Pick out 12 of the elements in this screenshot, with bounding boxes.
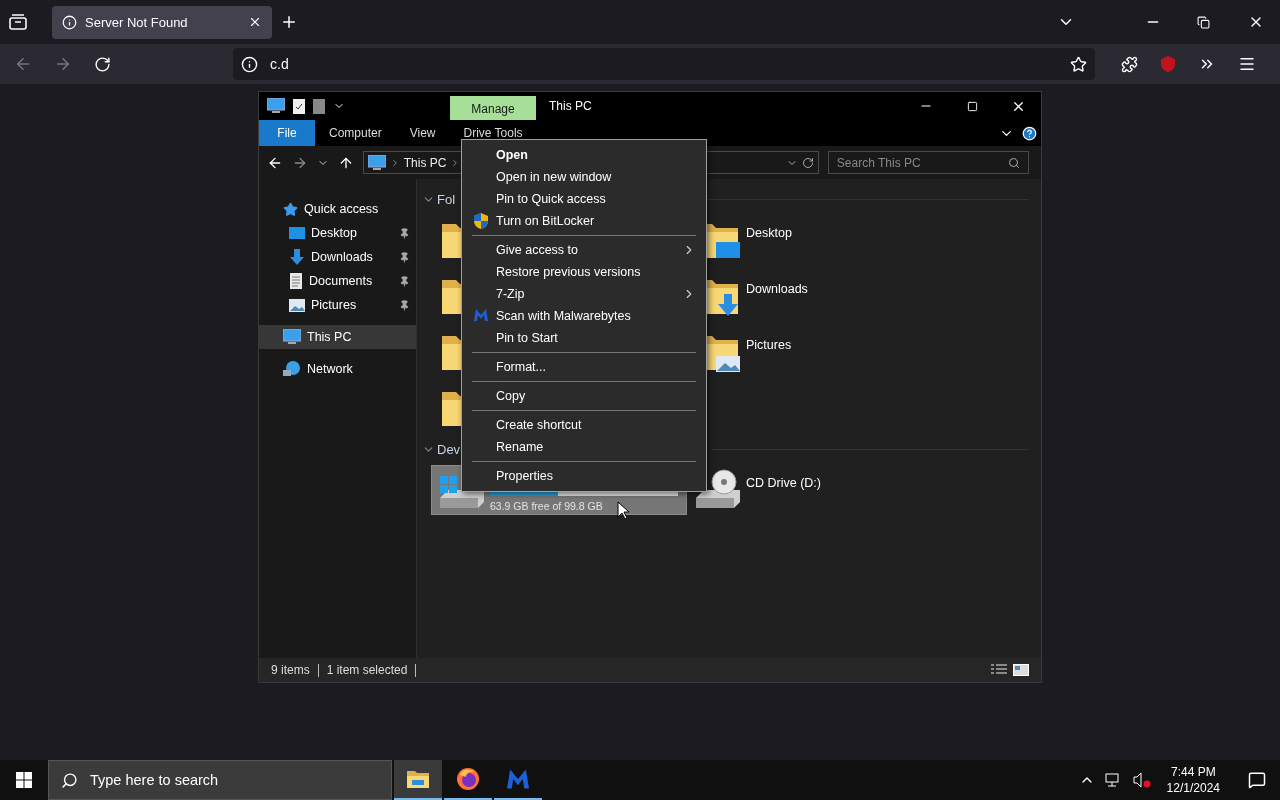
item-label: CD Drive (D:) [746,476,821,490]
clock-time: 7:44 PM [1170,765,1216,779]
item-label: Downloads [746,282,808,296]
window-title: This PC [549,98,593,115]
clock-date: 12/1/2024 [1166,781,1220,795]
group-header: Dev [437,441,461,457]
free-space-text: 63.9 GB free of 99.8 GB [490,500,603,512]
item-label: Pictures [746,338,792,352]
item-label: Desktop [746,226,792,240]
selection-count: 1 item selected [326,663,408,677]
group-header: Fol [437,191,456,207]
item-count: 9 items [271,663,310,677]
